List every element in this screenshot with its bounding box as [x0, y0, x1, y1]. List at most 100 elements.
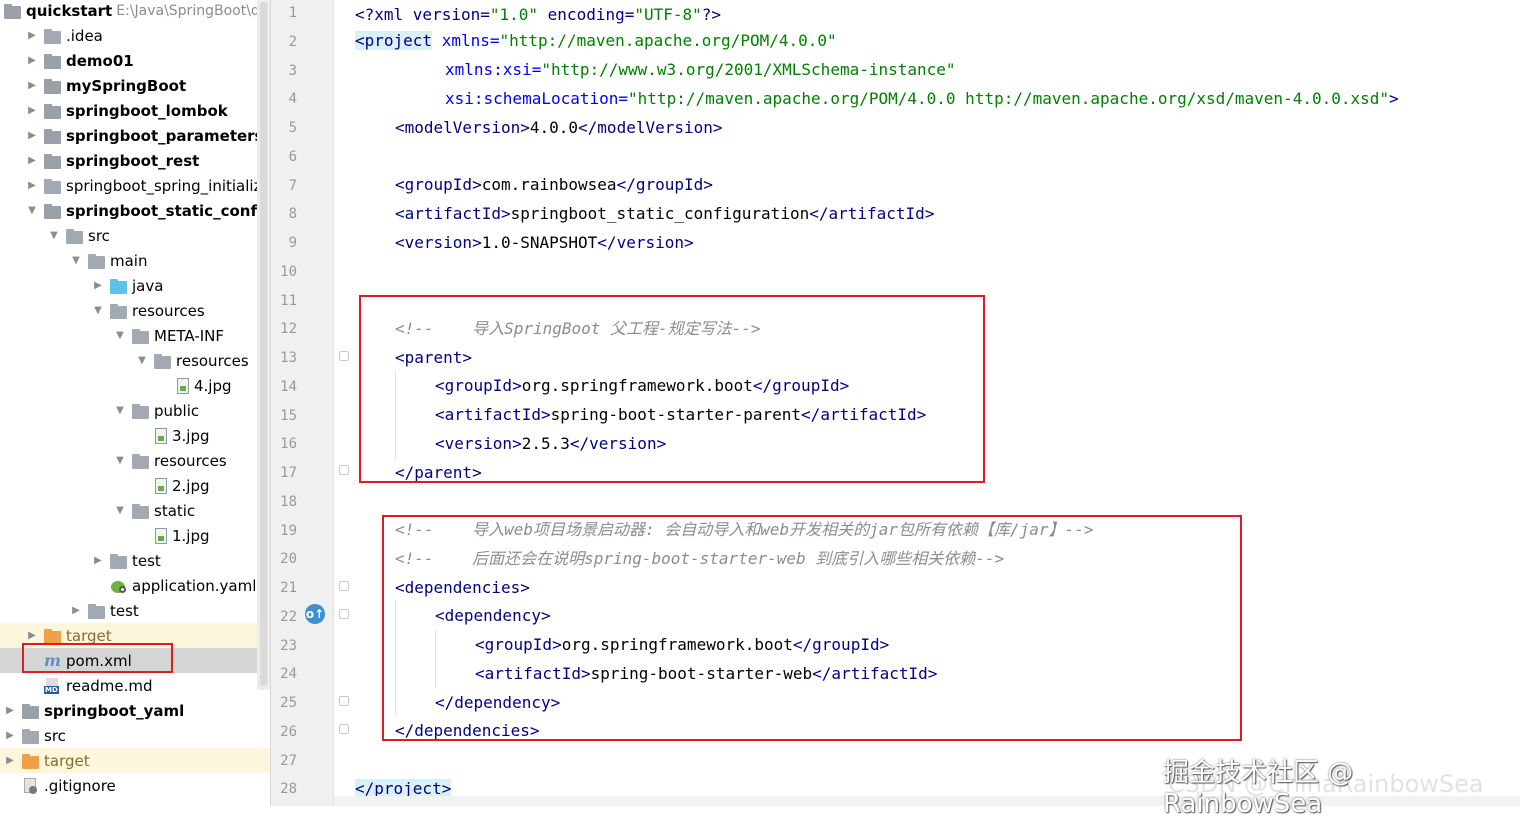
expand-down-icon[interactable]: ▼ — [70, 255, 82, 266]
tree-item-label: src — [44, 726, 66, 745]
tree-item-test[interactable]: ▶ test — [0, 598, 270, 623]
line-number: 3 — [288, 62, 297, 79]
line-number: 25 — [280, 695, 297, 711]
tree-item-myspringboot[interactable]: ▶ mySpringBoot — [0, 73, 270, 98]
expand-right-icon[interactable]: ▶ — [92, 280, 104, 291]
tree-item-target[interactable]: ▶ target — [0, 748, 270, 773]
line-number: 20 — [280, 551, 297, 568]
tree-item-main[interactable]: ▼ main — [0, 248, 270, 273]
fold-marker[interactable] — [339, 609, 349, 619]
tree-item-demo01[interactable]: ▶ demo01 — [0, 48, 270, 73]
line-number: 13 — [280, 350, 297, 366]
expand-right-icon[interactable]: ▶ — [92, 555, 104, 566]
tag: <groupId> — [395, 175, 482, 194]
expand-down-icon[interactable]: ▼ — [114, 455, 126, 466]
tree-item-springboot-lombok[interactable]: ▶ springboot_lombok — [0, 98, 270, 123]
expand-right-icon[interactable]: ▶ — [26, 30, 38, 41]
expand-right-icon[interactable]: ▶ — [4, 705, 16, 716]
expand-down-icon[interactable]: ▼ — [92, 305, 104, 316]
expand-right-icon[interactable]: ▶ — [70, 605, 82, 616]
project-path: E:\Java\SpringBoot\qu — [116, 2, 269, 19]
expand-right-icon[interactable]: ▶ — [26, 630, 38, 641]
expand-down-icon[interactable]: ▼ — [136, 355, 148, 366]
tag: <modelVersion> — [395, 118, 530, 137]
fold-marker[interactable] — [339, 465, 349, 475]
folder-icon — [66, 228, 84, 244]
module-folder-icon — [44, 153, 62, 169]
tree-item-label: java — [132, 276, 164, 295]
line-number: 16 — [280, 436, 297, 453]
tree-item-springboot-spring-initializr[interactable]: ▶ springboot_spring_initializr — [0, 173, 270, 198]
tree-item-test[interactable]: ▶ test — [0, 548, 270, 573]
fold-marker[interactable] — [339, 581, 349, 591]
tree-item-public[interactable]: ▼ public — [0, 398, 270, 423]
tree-item-src[interactable]: ▶ src — [0, 723, 270, 748]
image-file-icon — [176, 377, 190, 394]
tree-item-resources[interactable]: ▼ resources — [0, 348, 270, 373]
excluded-folder-icon — [44, 628, 62, 644]
tree-item-meta-inf[interactable]: ▼ META-INF — [0, 323, 270, 348]
tree-item-resources[interactable]: ▼ resources — [0, 448, 270, 473]
tree-item-application-yaml[interactable]: application.yaml — [0, 573, 270, 598]
tree-item-label: test — [110, 601, 139, 620]
expand-right-icon[interactable]: ▶ — [26, 55, 38, 66]
tree-item-static[interactable]: ▼ static — [0, 498, 270, 523]
tree-scrollbar[interactable] — [257, 0, 270, 690]
folder-icon — [132, 403, 150, 419]
expand-right-icon[interactable]: ▶ — [26, 105, 38, 116]
parent-highlight-box — [359, 295, 985, 483]
tree-item-idea[interactable]: ▶ .idea — [0, 23, 270, 48]
expand-down-icon[interactable]: ▼ — [114, 330, 126, 341]
tree-item-4-jpg[interactable]: 4.jpg — [0, 373, 270, 398]
tree-item-readme-md[interactable]: readme.md — [0, 673, 270, 698]
tree-item-quickstart[interactable]: quickstart E:\Java\SpringBoot\qu — [0, 0, 270, 23]
expand-down-icon[interactable]: ▼ — [114, 405, 126, 416]
tree-item-label: 3.jpg — [172, 426, 210, 445]
tree-item-label: main — [110, 251, 148, 270]
line-number: 27 — [280, 752, 297, 769]
expand-down-icon[interactable]: ▼ — [48, 230, 60, 241]
tree-item-1-jpg[interactable]: 1.jpg — [0, 523, 270, 548]
fold-marker[interactable] — [339, 351, 349, 361]
expand-right-icon[interactable]: ▶ — [26, 80, 38, 91]
tree-item-src[interactable]: ▼ src — [0, 223, 270, 248]
line-number: 23 — [280, 637, 297, 654]
tree-item-2-jpg[interactable]: 2.jpg — [0, 473, 270, 498]
tree-item-springboot-yaml[interactable]: ▶ springboot_yaml — [0, 698, 270, 723]
expand-down-icon[interactable]: ▼ — [26, 205, 38, 216]
tree-item-label: readme.md — [66, 676, 153, 695]
tree-item-label: demo01 — [66, 51, 134, 70]
line-number: 4 — [288, 91, 297, 108]
expand-down-icon[interactable]: ▼ — [114, 505, 126, 516]
line-number: 14 — [280, 378, 297, 395]
code-line-5: <modelVersion>4.0.0</modelVersion> — [395, 113, 723, 142]
xml-decl: <?xml version= — [355, 5, 490, 24]
line-number: 1 — [288, 5, 297, 21]
attr-value: "http://maven.apache.org/POM/4.0.0" — [499, 31, 837, 50]
tree-item-springboot-parameters[interactable]: ▶ springboot_parameters — [0, 123, 270, 148]
expand-right-icon[interactable]: ▶ — [26, 155, 38, 166]
expand-right-icon[interactable]: ▶ — [4, 730, 16, 741]
tree-item-java[interactable]: ▶ java — [0, 273, 270, 298]
tree-item-3-jpg[interactable]: 3.jpg — [0, 423, 270, 448]
tree-item-label: mySpringBoot — [66, 76, 187, 95]
tag: <artifactId> — [395, 204, 511, 223]
line-number: 28 — [280, 781, 297, 798]
image-file-icon — [154, 477, 168, 494]
overrides-parent-icon[interactable]: o↑ — [305, 604, 325, 624]
module-folder-icon — [44, 203, 62, 219]
expand-right-icon[interactable]: ▶ — [4, 755, 16, 766]
tag: </version> — [597, 233, 694, 252]
folder-icon — [44, 178, 62, 194]
watermark: 掘金技术社区 @ RainbowSea — [1163, 758, 1354, 819]
expand-right-icon[interactable]: ▶ — [26, 130, 38, 141]
tree-item-springboot-static-configurati[interactable]: ▼ springboot_static_configurati — [0, 198, 270, 223]
fold-marker[interactable] — [339, 696, 349, 706]
tree-item-springboot-rest[interactable]: ▶ springboot_rest — [0, 148, 270, 173]
fold-marker[interactable] — [339, 724, 349, 734]
tree-item-resources[interactable]: ▼ resources — [0, 298, 270, 323]
tree-item-label: resources — [176, 351, 249, 370]
expand-right-icon[interactable]: ▶ — [26, 180, 38, 191]
tree-item-gitignore[interactable]: .gitignore — [0, 773, 270, 798]
line-number: 19 — [280, 522, 297, 539]
